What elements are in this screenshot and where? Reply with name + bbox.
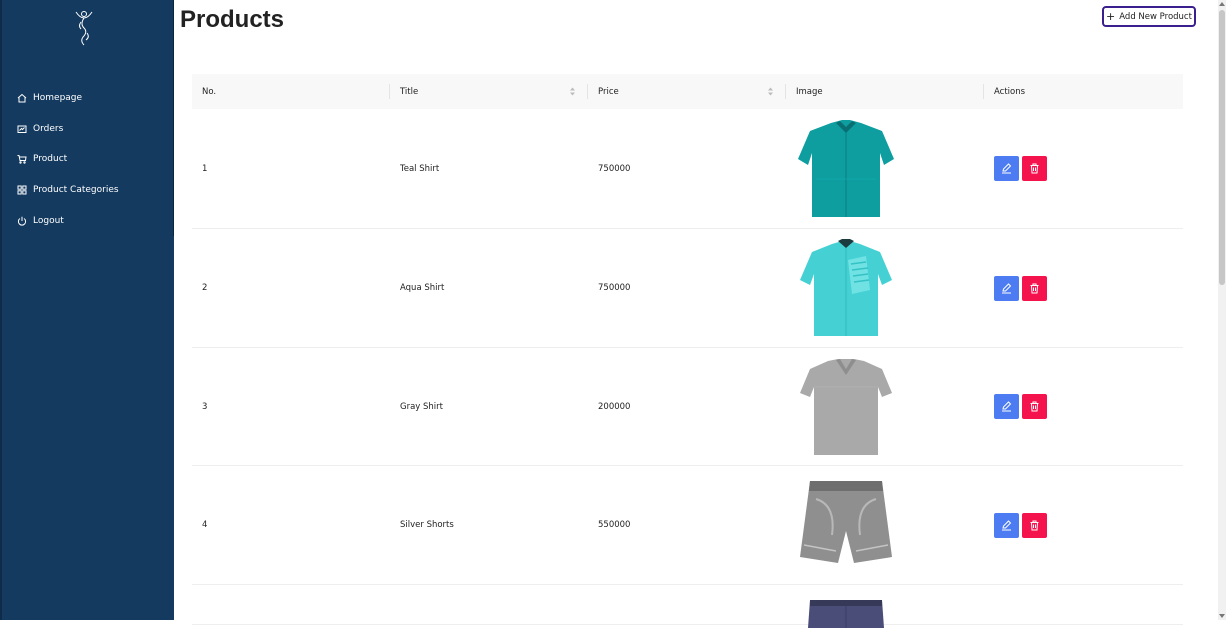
sidebar-item-label: Orders	[33, 123, 64, 134]
sidebar-item-product-categories[interactable]: Product Categories	[2, 175, 174, 206]
sidebar-item-label: Product Categories	[33, 185, 119, 196]
scroll-up-arrow-icon[interactable]	[1219, 2, 1225, 6]
grid-icon	[17, 185, 27, 195]
cart-icon	[17, 155, 27, 165]
cell-no: 1	[202, 163, 208, 174]
table-row: 4 Silver Shorts 550000	[192, 466, 1183, 585]
trash-icon	[1030, 283, 1039, 293]
sidebar-item-orders[interactable]: Orders	[2, 114, 174, 145]
sidebar-item-homepage[interactable]: Homepage	[2, 83, 174, 114]
brand-logo[interactable]	[72, 9, 96, 47]
column-header-label: Price	[598, 86, 619, 97]
edit-icon	[1002, 163, 1012, 174]
column-header-actions: Actions	[984, 74, 1183, 109]
table-row: 2 Aqua Shirt 750000	[192, 229, 1183, 348]
column-header-label: Title	[400, 86, 419, 97]
cell-no: 4	[202, 520, 208, 530]
table-header: No. Title Price Image Actions	[192, 74, 1183, 109]
edit-button[interactable]	[994, 512, 1019, 538]
sidebar-item-product[interactable]: Product	[2, 144, 174, 175]
home-icon	[17, 94, 27, 103]
table-row: 1 Teal Shirt 750000	[192, 109, 1183, 229]
edit-button[interactable]	[994, 156, 1019, 181]
column-header-label: No.	[202, 86, 217, 97]
edit-button[interactable]	[994, 394, 1019, 419]
delete-button[interactable]	[1022, 275, 1047, 301]
edit-icon	[1002, 519, 1012, 530]
trash-icon	[1030, 520, 1039, 530]
trash-icon	[1030, 401, 1039, 412]
edit-icon	[1002, 282, 1012, 293]
cell-actions	[984, 394, 1183, 419]
table-row	[192, 585, 1183, 628]
scrollbar-thumb[interactable]	[1219, 10, 1225, 285]
cell-title: Aqua Shirt	[400, 283, 445, 293]
column-header-image: Image	[786, 74, 984, 109]
cell-image	[786, 238, 984, 338]
cell-no: 3	[202, 401, 208, 412]
silver-shorts-image	[800, 481, 892, 563]
page-title: Products	[180, 6, 285, 33]
column-header-title[interactable]: Title	[390, 74, 588, 109]
scroll-down-arrow-icon[interactable]	[1219, 614, 1225, 618]
add-new-product-label: Add New Product	[1119, 11, 1192, 22]
sidebar-item-label: Product	[33, 154, 68, 165]
cell-title: Teal Shirt	[400, 163, 440, 174]
cell-actions	[984, 156, 1183, 181]
cell-image	[786, 357, 984, 457]
cell-title: Silver Shorts	[400, 520, 454, 530]
cell-image	[786, 475, 984, 575]
gray-shirt-image	[800, 358, 892, 455]
delete-button[interactable]	[1022, 394, 1047, 419]
column-header-no: No.	[192, 74, 390, 109]
column-header-label: Image	[796, 86, 823, 97]
power-icon	[17, 216, 27, 226]
cell-image	[786, 119, 984, 219]
sort-icon[interactable]	[767, 87, 774, 96]
vertical-scrollbar[interactable]	[1218, 0, 1226, 620]
teal-shirt-image	[798, 119, 894, 217]
sidebar-item-logout[interactable]: Logout	[2, 205, 174, 236]
cell-image	[786, 598, 984, 631]
cell-title: Gray Shirt	[400, 401, 443, 412]
plus-icon: +	[1106, 10, 1116, 23]
orders-icon	[17, 125, 27, 133]
delete-button[interactable]	[1022, 512, 1047, 538]
cell-no: 2	[202, 283, 208, 293]
products-table: No. Title Price Image Actions 1 Teal Shi…	[192, 74, 1183, 628]
add-new-product-button[interactable]: + Add New Product	[1102, 6, 1196, 27]
delete-button[interactable]	[1022, 156, 1047, 181]
cell-actions	[984, 512, 1183, 538]
product-image	[808, 600, 884, 628]
cell-price: 550000	[598, 520, 631, 530]
cell-price: 200000	[598, 401, 631, 412]
trash-icon	[1030, 163, 1039, 174]
column-header-price[interactable]: Price	[588, 74, 786, 109]
edit-icon	[1002, 401, 1012, 412]
sidebar: Homepage Orders Product Product Categori…	[0, 0, 174, 620]
column-header-label: Actions	[994, 86, 1026, 97]
sidebar-item-label: Logout	[33, 215, 64, 226]
cell-actions	[984, 275, 1183, 301]
cell-price: 750000	[598, 163, 631, 174]
aqua-shirt-image	[800, 239, 892, 336]
sort-icon[interactable]	[569, 87, 576, 96]
edit-button[interactable]	[994, 275, 1019, 301]
sidebar-nav: Homepage Orders Product Product Categori…	[2, 83, 174, 236]
table-row: 3 Gray Shirt 200000	[192, 348, 1183, 466]
cell-price: 750000	[598, 283, 631, 293]
sidebar-item-label: Homepage	[33, 93, 83, 104]
